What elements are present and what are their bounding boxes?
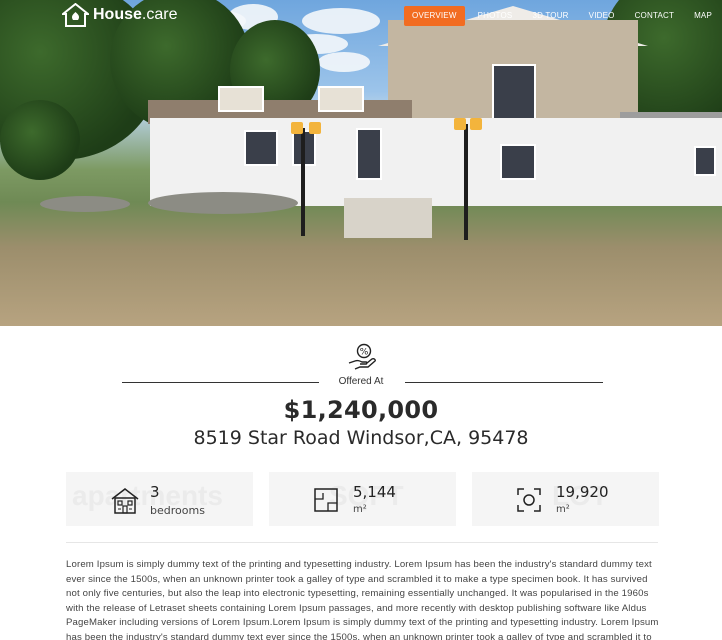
stat-unit: bedrooms xyxy=(150,504,205,517)
stat-bedrooms: apartments 3 bedrooms xyxy=(66,472,253,526)
stat-value: 5,144 xyxy=(353,483,396,501)
house-icon xyxy=(111,488,139,514)
house-logo-icon xyxy=(62,3,89,27)
nav-contact[interactable]: CONTACT xyxy=(625,6,684,26)
brand-name-light: care xyxy=(146,6,178,23)
offer-label: Offered At xyxy=(338,376,384,387)
section-divider xyxy=(66,542,658,543)
nav-video[interactable]: VIDEO xyxy=(579,6,625,26)
nav-overview[interactable]: OVERVIEW xyxy=(404,6,465,26)
stat-interior-area: SQFT 5,144 m² xyxy=(269,472,456,526)
main-menu: OVERVIEW PHOTOS 3D TOUR VIDEO CONTACT MA… xyxy=(404,6,722,26)
stat-value: 3 xyxy=(150,483,160,501)
brand-name: House.care xyxy=(93,6,177,24)
brand-logo[interactable]: House.care xyxy=(62,3,177,27)
listing-address: 8519 Star Road Windsor,CA, 95478 xyxy=(193,427,529,449)
nav-photos[interactable]: PHOTOS xyxy=(468,6,523,26)
stat-lot-area: LOT 19,920 m² xyxy=(472,472,659,526)
offer-line-right xyxy=(405,382,603,383)
nav-3d-tour[interactable]: 3D TOUR xyxy=(522,6,578,26)
listing-price: $1,240,000 xyxy=(283,396,439,424)
hand-percent-icon: % xyxy=(348,343,376,370)
property-description: Lorem Ipsum is simply dummy text of the … xyxy=(66,559,659,640)
offer-line-left xyxy=(122,382,319,383)
svg-text:%: % xyxy=(360,348,369,358)
stat-unit: m² xyxy=(353,504,367,515)
area-focus-icon xyxy=(517,488,541,512)
brand-name-bold: House xyxy=(93,6,142,23)
floorplan-icon xyxy=(314,488,338,512)
stat-value: 19,920 xyxy=(556,483,609,501)
stat-unit: m² xyxy=(556,504,570,515)
hero-photo xyxy=(0,0,722,326)
top-nav: House.care OVERVIEW PHOTOS 3D TOUR VIDEO… xyxy=(0,0,722,32)
nav-map[interactable]: MAP xyxy=(684,6,722,26)
